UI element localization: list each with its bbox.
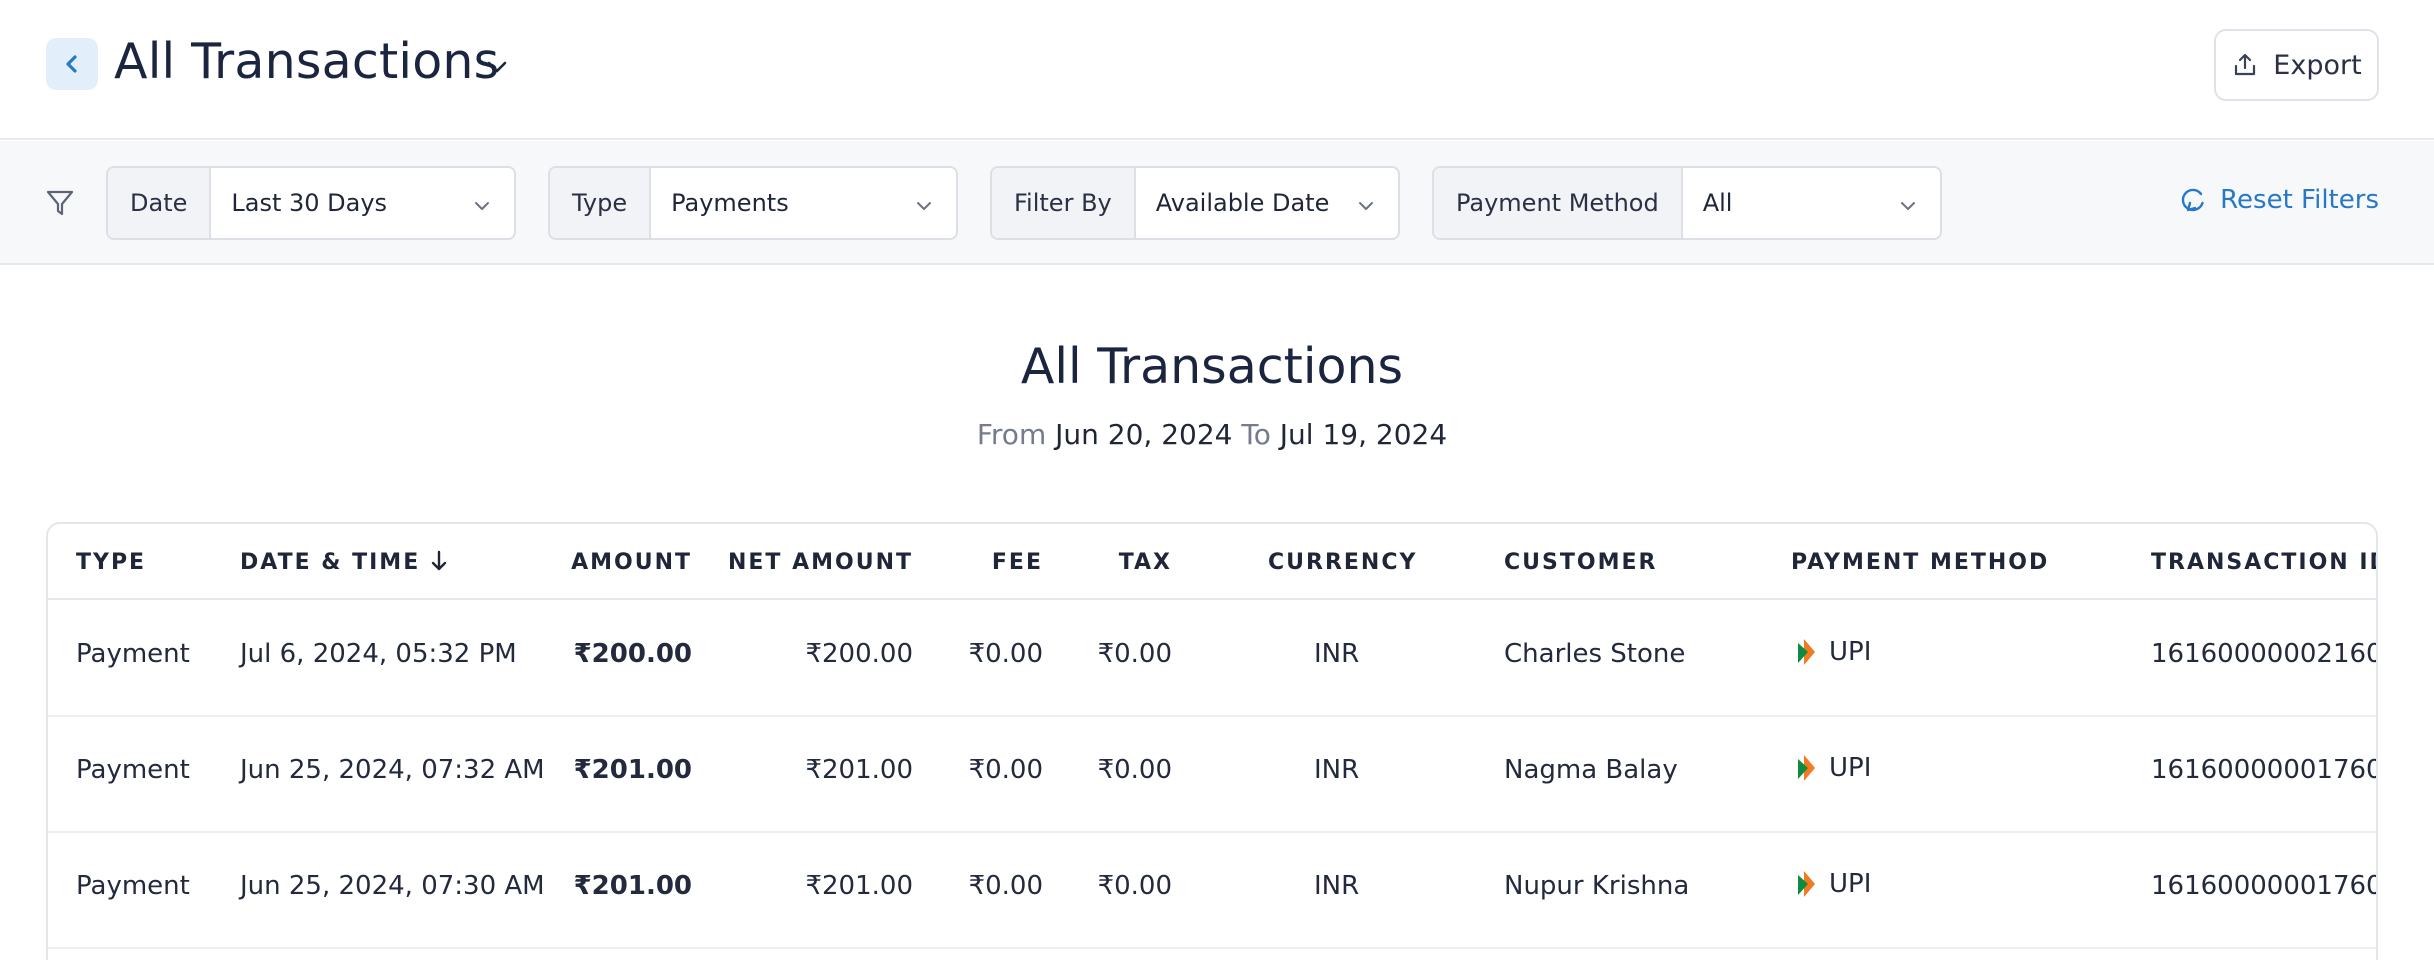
- cell-payment-method: UPI: [1795, 637, 1871, 667]
- column-net-amount: NET AMOUNT: [727, 550, 913, 575]
- cell-customer: Charles Stone: [1504, 639, 1686, 669]
- chevron-down-icon[interactable]: [484, 54, 510, 80]
- type-filter[interactable]: Type Payments: [548, 166, 958, 240]
- column-type: TYPE: [76, 550, 147, 575]
- date-filter-select[interactable]: Last 30 Days: [211, 168, 514, 238]
- filter-by-value: Available Date: [1155, 189, 1330, 217]
- payment-method-label: UPI: [1829, 869, 1872, 899]
- page-header: All Transactions Export: [0, 0, 2434, 140]
- column-date-time-label: DATE & TIME: [240, 550, 421, 575]
- export-icon: [2235, 53, 2256, 76]
- table-row[interactable]: Payment Jul 6, 2024, 05:32 PM ₹200.00 ₹2…: [48, 601, 2376, 717]
- reset-icon: [2181, 188, 2204, 212]
- cell-tax: ₹0.00: [1097, 755, 1172, 785]
- cell-net-amount: ₹201.00: [805, 871, 913, 901]
- report-title: All Transactions: [1020, 338, 1404, 395]
- column-fee: FEE: [991, 550, 1043, 575]
- column-tax: TAX: [1118, 550, 1172, 575]
- export-button[interactable]: Export: [2214, 29, 2379, 101]
- payment-method-filter[interactable]: Payment Method All: [1432, 166, 1942, 240]
- column-transaction-id: TRANSACTION ID: [2151, 550, 2378, 575]
- chevron-left-icon: [66, 55, 77, 73]
- payment-method-label: UPI: [1829, 637, 1872, 667]
- filter-by-filter[interactable]: Filter By Available Date: [990, 166, 1400, 240]
- sort-arrow-down-icon: [431, 550, 447, 571]
- cell-payment-method: UPI: [1795, 753, 1871, 783]
- chevron-down-icon: [475, 202, 489, 210]
- upi-logo-icon: [1798, 755, 1815, 781]
- transactions-table: TYPE DATE & TIME AMOUNT NET AMOUNT FEE T…: [46, 522, 2378, 960]
- table-header: TYPE DATE & TIME AMOUNT NET AMOUNT FEE T…: [48, 524, 2376, 600]
- cell-net-amount: ₹200.00: [805, 639, 913, 669]
- cell-fee: ₹0.00: [968, 871, 1043, 901]
- cell-type: Payment: [76, 871, 190, 901]
- table-row[interactable]: Payment Jun 25, 2024, 07:30 AM ₹201.00 ₹…: [48, 833, 2376, 949]
- column-customer: CUSTOMER: [1504, 550, 1658, 575]
- cell-fee: ₹0.00: [968, 755, 1043, 785]
- from-date: Jun 20, 2024: [1055, 418, 1233, 451]
- filter-by-select[interactable]: Available Date: [1136, 168, 1398, 238]
- payment-method-filter-value: All: [1702, 189, 1733, 217]
- column-date-time[interactable]: DATE & TIME: [240, 550, 448, 575]
- payment-method-label: UPI: [1829, 753, 1872, 783]
- cell-date-time: Jul 6, 2024, 05:32 PM: [240, 639, 517, 669]
- upi-logo-icon: [1798, 871, 1815, 897]
- column-payment-method: PAYMENT METHOD: [1791, 550, 2050, 575]
- type-filter-label: Type: [550, 168, 652, 238]
- cell-fee: ₹0.00: [968, 639, 1043, 669]
- column-amount: AMOUNT: [571, 550, 692, 575]
- cell-tax: ₹0.00: [1097, 639, 1172, 669]
- date-filter-value: Last 30 Days: [231, 189, 388, 217]
- column-currency: CURRENCY: [1268, 550, 1418, 575]
- filter-by-label: Filter By: [992, 168, 1136, 238]
- cell-tax: ₹0.00: [1097, 871, 1172, 901]
- cell-transaction-id[interactable]: 161600000017604: [2151, 871, 2376, 901]
- payment-method-filter-select[interactable]: All: [1683, 168, 1940, 238]
- table-row[interactable]: Payment Jun 25, 2024, 07:32 AM ₹201.00 ₹…: [48, 717, 2376, 833]
- cell-date-time: Jun 25, 2024, 07:32 AM: [240, 755, 545, 785]
- chevron-down-icon: [917, 202, 931, 210]
- cell-type: Payment: [76, 755, 190, 785]
- cell-amount: ₹201.00: [573, 871, 692, 901]
- cell-customer: Nagma Balay: [1504, 755, 1678, 785]
- cell-transaction-id[interactable]: 161600000021600: [2151, 639, 2376, 669]
- filter-bar: Date Last 30 Days Type Payments Filter B…: [0, 141, 2434, 265]
- cell-payment-method: UPI: [1795, 869, 1871, 899]
- type-filter-select[interactable]: Payments: [651, 168, 956, 238]
- payment-method-filter-label: Payment Method: [1434, 168, 1683, 238]
- cell-type: Payment: [76, 639, 190, 669]
- cell-amount: ₹201.00: [573, 755, 692, 785]
- report-date-range: From Jun 20, 2024 To Jul 19, 2024: [0, 418, 2424, 451]
- cell-currency: INR: [1314, 871, 1360, 901]
- page-title: All Transactions: [114, 33, 500, 90]
- cell-amount: ₹200.00: [573, 639, 692, 669]
- reset-filters-label: Reset Filters: [2220, 185, 2379, 215]
- date-filter[interactable]: Date Last 30 Days: [106, 166, 516, 240]
- reset-filters-link[interactable]: Reset Filters: [2178, 185, 2379, 215]
- filter-icon[interactable]: [44, 187, 76, 219]
- cell-currency: INR: [1314, 639, 1360, 669]
- cell-transaction-id[interactable]: 161600000017607: [2151, 755, 2376, 785]
- chevron-down-icon: [1359, 202, 1373, 210]
- export-label: Export: [2273, 49, 2362, 81]
- to-date: Jul 19, 2024: [1279, 418, 1448, 451]
- type-filter-value: Payments: [671, 189, 789, 217]
- cell-currency: INR: [1314, 755, 1360, 785]
- from-label: From: [976, 418, 1047, 451]
- cell-date-time: Jun 25, 2024, 07:30 AM: [240, 871, 545, 901]
- date-filter-label: Date: [108, 168, 212, 238]
- chevron-down-icon: [1901, 202, 1915, 210]
- cell-net-amount: ₹201.00: [805, 755, 913, 785]
- upi-logo-icon: [1798, 639, 1815, 665]
- to-label: To: [1241, 418, 1271, 451]
- back-button[interactable]: [46, 38, 98, 90]
- cell-customer: Nupur Krishna: [1504, 871, 1690, 901]
